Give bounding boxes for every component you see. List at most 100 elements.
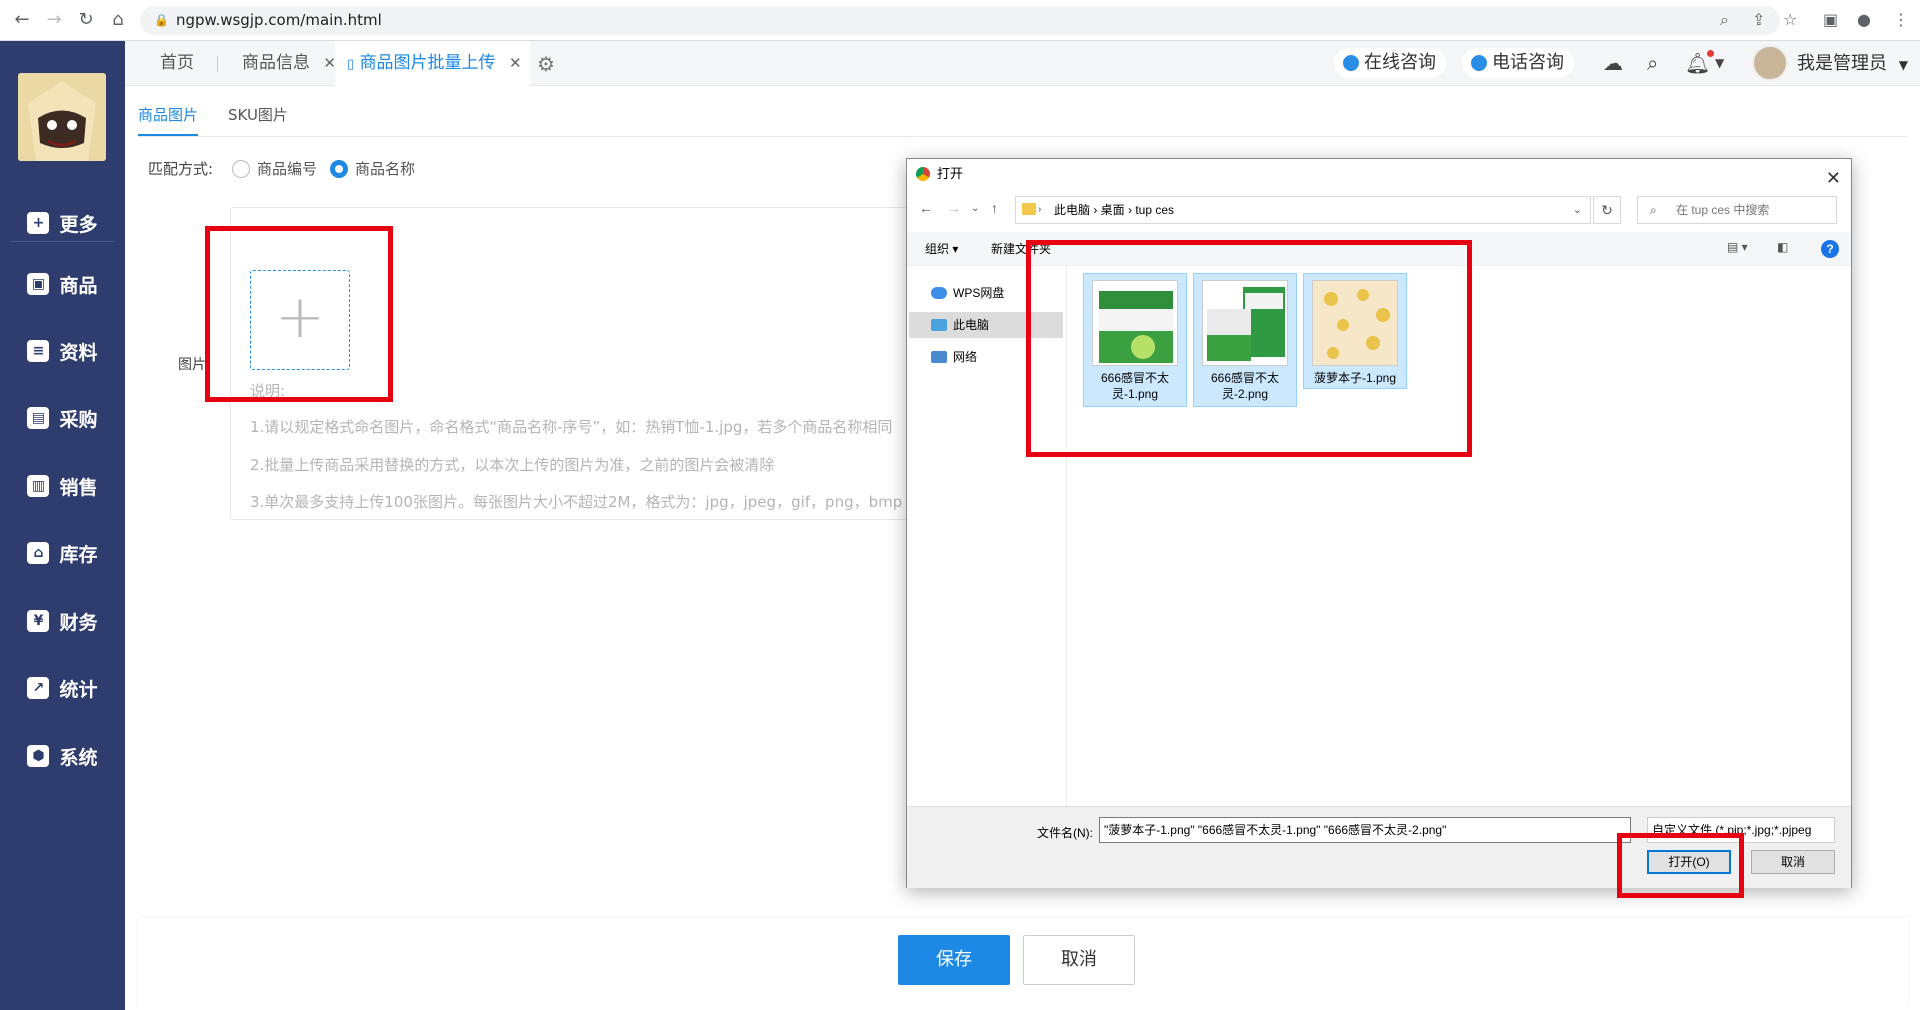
sidebar-item-more[interactable]: + 更多 xyxy=(0,198,125,248)
chevron-down-icon: ▼ xyxy=(1898,58,1908,72)
note-line: 3.单次最多支持上传100张图片。每张图片大小不超过2M，格式为：jpg，jpe… xyxy=(250,493,903,511)
phone-icon xyxy=(1471,55,1487,71)
sidebar-item-finance[interactable]: ¥ 财务 xyxy=(0,596,125,646)
chevron-right-icon: › xyxy=(1038,204,1042,215)
radio-goods-code[interactable] xyxy=(232,160,250,178)
chrome-icon xyxy=(916,167,930,181)
user-name: 我是管理员 xyxy=(1797,53,1887,74)
document-icon: ≡ xyxy=(27,340,50,362)
sidebar-item-label: 销售 xyxy=(59,476,98,499)
highlight-box xyxy=(1617,833,1744,898)
cloud-icon[interactable]: ☁ xyxy=(1603,51,1623,75)
gear-icon[interactable]: ⚙ xyxy=(537,52,555,76)
home-icon[interactable]: ⌂ xyxy=(106,8,130,32)
filename-input[interactable]: "菠萝本子-1.png" "666感冒不太灵-1.png" "666感冒不太灵-… xyxy=(1099,817,1631,843)
folder-icon xyxy=(1022,203,1036,215)
forward-icon[interactable]: → xyxy=(947,200,961,216)
logo xyxy=(18,73,106,161)
radio-goods-name-label[interactable]: 商品名称 xyxy=(355,158,415,179)
address-bar[interactable]: 🔒 ngpw.wsgjp.com/main.html xyxy=(140,6,1780,35)
search-placeholder: 在 tup ces 中搜索 xyxy=(1676,203,1770,217)
note-line: 2.批量上传商品采用替换的方式，以本次上传的图片为准，之前的图片会被清除 xyxy=(250,456,775,474)
url-text: ngpw.wsgjp.com/main.html xyxy=(176,11,382,29)
help-icon[interactable]: ? xyxy=(1821,240,1839,258)
back-icon[interactable]: ← xyxy=(919,200,933,216)
line-chart-icon: ↗ xyxy=(27,677,50,699)
match-mode-label: 匹配方式: xyxy=(148,160,214,178)
path-breadcrumb[interactable]: › 此电脑 › 桌面 › tup ces ⌄ xyxy=(1015,196,1591,224)
sidebar-item-label: 采购 xyxy=(59,408,98,431)
chevron-down-icon[interactable]: ⌄ xyxy=(971,203,979,214)
organize-button[interactable]: 组织 ▾ xyxy=(925,240,958,257)
tab-goods-info[interactable]: 商品信息 ✕ xyxy=(242,41,336,86)
up-icon[interactable]: ↑ xyxy=(991,200,998,216)
online-consult-label: 在线咨询 xyxy=(1364,52,1436,73)
sidebar-item-purchase[interactable]: ▤ 采购 xyxy=(0,393,125,443)
sidebar-item-label: 资料 xyxy=(59,341,98,364)
chat-icon xyxy=(1343,55,1359,71)
radio-goods-name[interactable] xyxy=(330,160,348,178)
breadcrumb-text: 此电脑 › 桌面 › tup ces xyxy=(1054,203,1175,217)
view-options-icon[interactable]: ▤ ▾ xyxy=(1727,240,1748,254)
address-row: ← → ⌄ ↑ › 此电脑 › 桌面 › tup ces ⌄ ↻ ⌕ 在 tup… xyxy=(907,194,1851,226)
network-icon xyxy=(931,351,947,363)
menu-icon[interactable]: ⋮ xyxy=(1893,10,1909,29)
save-button[interactable]: 保存 xyxy=(898,935,1010,985)
sidebar-item-label: 库存 xyxy=(59,543,98,566)
note-line: 1.请以规定格式命名图片，命名格式“商品名称-序号”，如：热销T恤-1.jpg，… xyxy=(250,418,893,436)
subtab-goods-image[interactable]: 商品图片 xyxy=(138,100,199,136)
sidepanel-icon[interactable]: ▣ xyxy=(1823,10,1838,29)
nav-item-label: 此电脑 xyxy=(953,318,990,332)
sidebar-item-inventory[interactable]: ⌂ 库存 xyxy=(0,528,125,578)
nav-item-label: 网络 xyxy=(953,350,978,364)
tab-label: 首页 xyxy=(160,53,194,73)
sidebar-item-statistics[interactable]: ↗ 统计 xyxy=(0,663,125,713)
forward-icon[interactable]: → xyxy=(42,8,66,32)
sidebar-item-goods[interactable]: ▣ 商品 xyxy=(0,259,125,309)
computer-icon xyxy=(931,319,947,331)
tab-batch-image-upload[interactable]: ▯ 商品图片批量上传 ✕ xyxy=(335,41,530,86)
dialog-title: 打开 xyxy=(937,166,964,181)
user-menu[interactable]: 我是管理员 ▼ xyxy=(1797,41,1908,86)
notification-dot xyxy=(1707,50,1714,57)
preview-pane-icon[interactable]: ◧ xyxy=(1777,240,1788,254)
radio-goods-code-label[interactable]: 商品编号 xyxy=(257,158,317,179)
search-input[interactable]: ⌕ 在 tup ces 中搜索 xyxy=(1637,196,1837,224)
sidebar-item-sales[interactable]: ▥ 销售 xyxy=(0,461,125,511)
top-tab-bar: 首页 商品信息 ✕ ▯ 商品图片批量上传 ✕ ⚙ 在线咨询 电话咨询 ☁ ⌕ 🔔… xyxy=(125,41,1920,86)
close-icon[interactable]: ✕ xyxy=(1826,163,1841,193)
tab-label: 商品图片批量上传 xyxy=(359,53,496,73)
close-icon[interactable]: ✕ xyxy=(509,54,522,72)
hexagon-icon: ⬢ xyxy=(27,745,50,767)
filename-label: 文件名(N): xyxy=(1037,826,1093,840)
highlight-box xyxy=(205,226,393,402)
sidebar-item-data[interactable]: ≡ 资料 xyxy=(0,326,125,376)
refresh-icon[interactable]: ↻ xyxy=(1593,196,1621,224)
cancel-button[interactable]: 取消 xyxy=(1023,935,1135,985)
search-icon[interactable]: ⌕ xyxy=(1647,51,1658,75)
phone-consult-button[interactable]: 电话咨询 xyxy=(1462,48,1574,78)
subtab-sku-image[interactable]: SKU图片 xyxy=(228,100,288,136)
cloud-icon xyxy=(931,287,947,299)
tab-home[interactable]: 首页 xyxy=(160,41,194,86)
dialog-cancel-button[interactable]: 取消 xyxy=(1751,850,1835,874)
search-icon: ⌕ xyxy=(1650,203,1657,217)
warehouse-icon: ⌂ xyxy=(27,542,50,564)
plus-square-icon: + xyxy=(27,212,50,234)
sidebar-item-system[interactable]: ⬢ 系统 xyxy=(0,731,125,781)
zoom-icon[interactable]: ⌕ xyxy=(1720,10,1729,30)
reload-icon[interactable]: ↻ xyxy=(74,8,98,32)
share-icon[interactable]: ⇪ xyxy=(1752,10,1765,29)
phone-consult-label: 电话咨询 xyxy=(1492,52,1564,73)
tab-separator xyxy=(217,56,218,72)
chevron-down-icon[interactable]: ▼ xyxy=(1715,56,1724,70)
back-icon[interactable]: ← xyxy=(10,8,34,32)
online-consult-button[interactable]: 在线咨询 xyxy=(1334,48,1446,78)
chart-bars-icon: ▥ xyxy=(27,475,50,497)
bookmark-star-icon[interactable]: ☆ xyxy=(1783,10,1797,29)
tab-label: 商品信息 xyxy=(242,53,310,73)
profile-icon[interactable]: ● xyxy=(1857,10,1871,29)
sidebar-item-label: 更多 xyxy=(59,213,98,236)
chevron-down-icon[interactable]: ⌄ xyxy=(1573,197,1582,223)
avatar[interactable] xyxy=(1752,45,1788,81)
